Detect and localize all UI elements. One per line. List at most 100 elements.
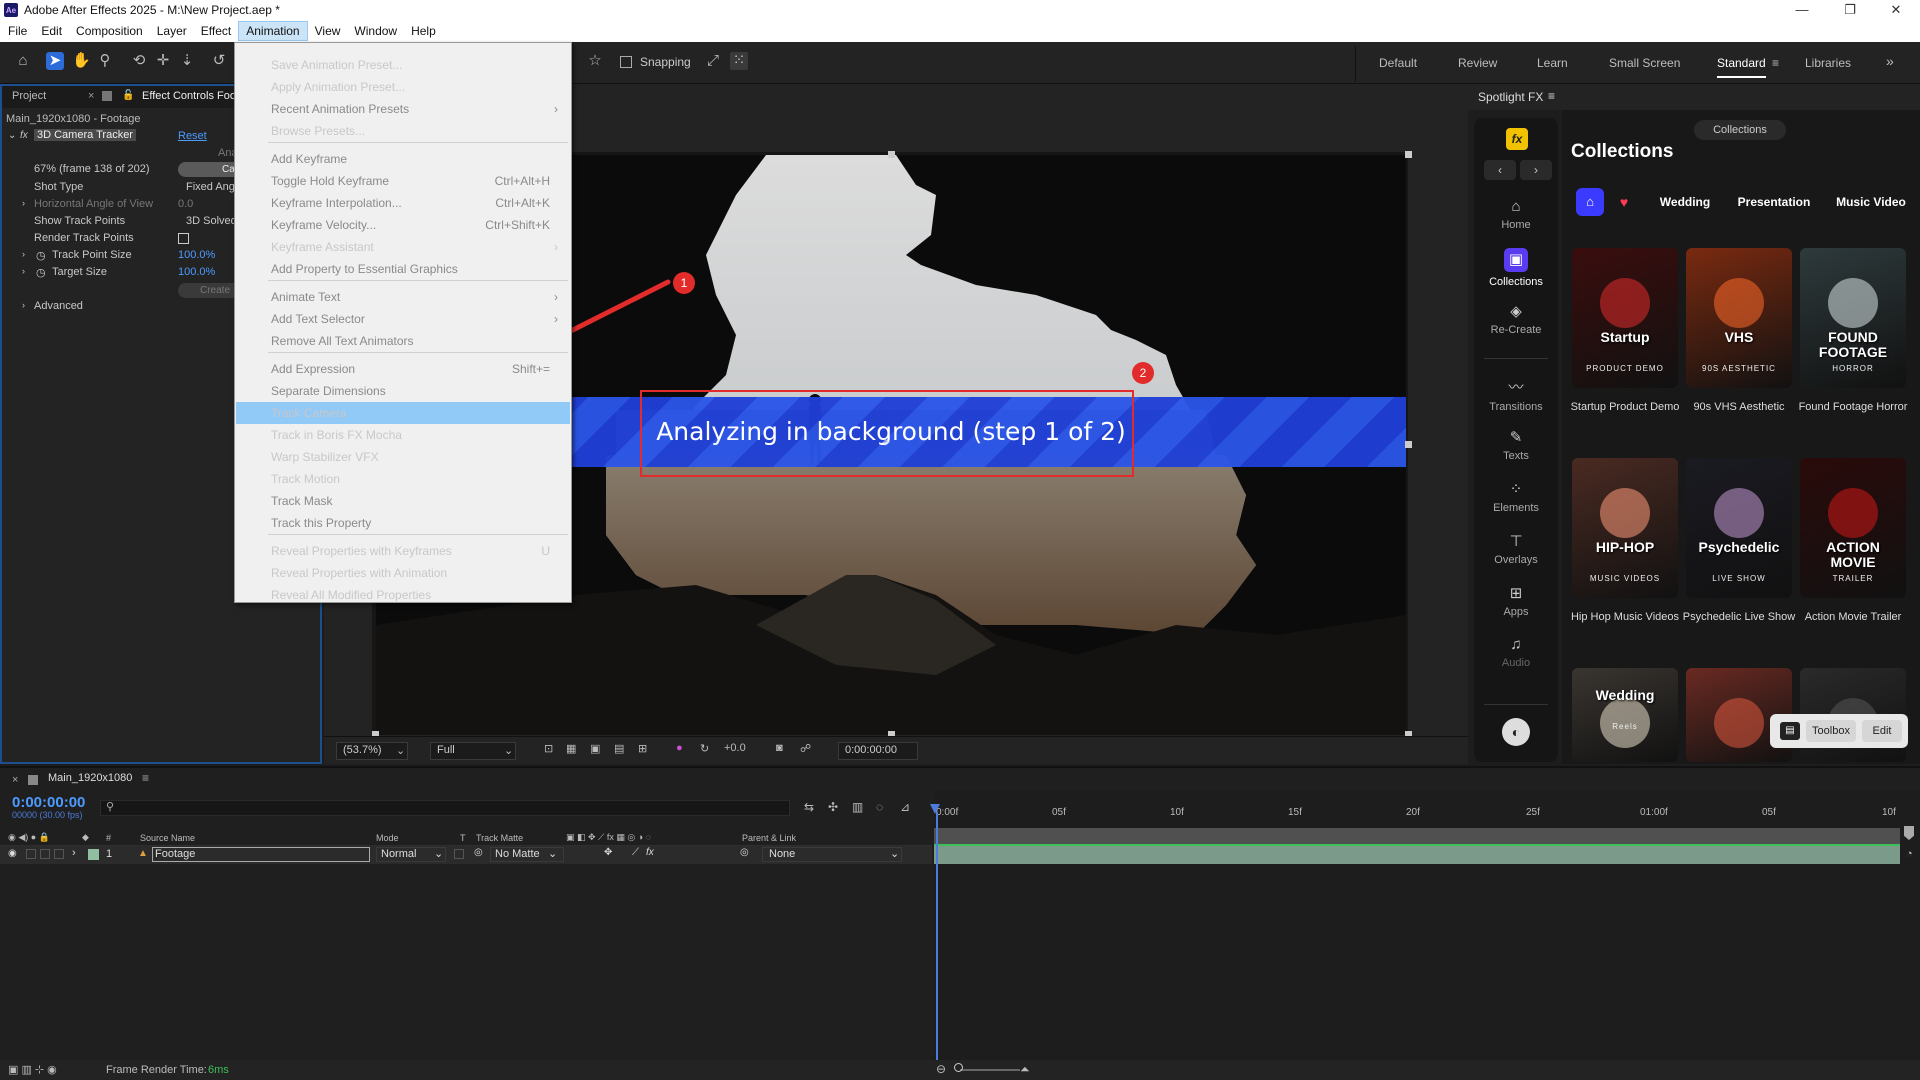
collection-card[interactable]: Startup PRODUCT DEMO bbox=[1572, 248, 1678, 388]
reset-exposure-icon[interactable]: ↻ bbox=[700, 742, 709, 755]
layer-handle[interactable] bbox=[1405, 441, 1412, 448]
region-of-interest-icon[interactable]: ⊡ bbox=[544, 742, 553, 755]
shot-type-value[interactable]: Fixed Ang bbox=[186, 181, 235, 193]
work-area-range[interactable] bbox=[934, 828, 1900, 844]
orbit-tool-icon[interactable]: ⟲ bbox=[130, 52, 148, 70]
menu-layer[interactable]: Layer bbox=[150, 22, 194, 40]
layer-link-icon[interactable]: ◔ bbox=[1906, 848, 1913, 860]
menu-item-track-camera[interactable]: Track Camera bbox=[236, 402, 570, 424]
pick-whip-icon[interactable]: ◎ bbox=[740, 847, 749, 858]
show-track-points-value[interactable]: 3D Solved bbox=[186, 215, 237, 227]
zoom-slider[interactable] bbox=[960, 1069, 1020, 1071]
render-track-points-checkbox[interactable] bbox=[178, 233, 189, 244]
collection-card[interactable]: FOUND FOOTAGE HORROR bbox=[1800, 248, 1906, 388]
menu-item-apply-animation-preset[interactable]: Apply Animation Preset... bbox=[236, 76, 570, 98]
guides-icon[interactable]: ▤ bbox=[614, 742, 624, 755]
playhead[interactable] bbox=[936, 812, 938, 1066]
zoom-out-icon[interactable]: ⊖ bbox=[936, 1062, 946, 1076]
eye-icon[interactable]: ◉ bbox=[8, 848, 17, 859]
parent-dropdown[interactable]: None bbox=[762, 847, 902, 862]
sidebar-item-texts[interactable]: ✎ Texts bbox=[1474, 428, 1558, 462]
menu-item-add-keyframe[interactable]: Add Keyframe bbox=[236, 148, 570, 170]
tab-close-icon[interactable]: × bbox=[88, 90, 94, 102]
timeline-comp-tab[interactable]: Main_1920x1080 bbox=[48, 772, 132, 784]
workspace-menu-icon[interactable]: ≡ bbox=[1772, 56, 1779, 70]
collection-card[interactable]: ACTION MOVIE TRAILER bbox=[1800, 458, 1906, 598]
menu-item-reveal-all-modified-properties[interactable]: Reveal All Modified Properties bbox=[236, 584, 570, 606]
table-row[interactable]: ◉ › 1 ▲ Footage Normal ⌄ ◎ No Matte ⌄ ✥ … bbox=[0, 846, 932, 864]
layer-duration-bar[interactable] bbox=[934, 846, 1900, 864]
menu-item-keyframe-interpolation[interactable]: Keyframe Interpolation... Ctrl+Alt+K bbox=[236, 192, 570, 214]
sidebar-item-collections[interactable]: ▣ Collections bbox=[1474, 248, 1558, 288]
collection-card-label[interactable]: 90s VHS Aesthetic bbox=[1680, 400, 1798, 414]
menu-item-browse-presets[interactable]: Browse Presets... bbox=[236, 120, 570, 142]
sidebar-item-apps[interactable]: ⊞ Apps bbox=[1474, 584, 1558, 618]
more-workspaces-icon[interactable]: » bbox=[1886, 53, 1894, 69]
chat-icon[interactable]: ▤ bbox=[1780, 722, 1800, 740]
sidebar-item-transitions[interactable]: 〰 Transitions bbox=[1474, 376, 1558, 413]
menu-help[interactable]: Help bbox=[404, 22, 443, 40]
workspace-default[interactable]: Default bbox=[1379, 56, 1417, 70]
menu-item-reveal-properties-with-animation[interactable]: Reveal Properties with Animation bbox=[236, 562, 570, 584]
mask-visibility-icon[interactable]: ▣ bbox=[590, 742, 600, 755]
3d-view-icon[interactable]: ⊞ bbox=[638, 742, 647, 755]
maximize-button[interactable]: ❐ bbox=[1830, 0, 1870, 20]
menu-effect[interactable]: Effect bbox=[194, 22, 238, 40]
effect-header-row[interactable]: ⌄ fx 3D Camera Tracker Reset bbox=[6, 129, 238, 145]
collection-card-label[interactable]: Psychedelic Live Show bbox=[1680, 610, 1798, 624]
tab-effect-controls[interactable]: Effect Controls Foot bbox=[142, 90, 240, 102]
lock-icon[interactable] bbox=[102, 91, 112, 101]
collection-card[interactable]: HIP-HOP MUSIC VIDEOS bbox=[1572, 458, 1678, 598]
menu-view[interactable]: View bbox=[308, 22, 348, 40]
advanced-label[interactable]: Advanced bbox=[34, 300, 83, 312]
menu-edit[interactable]: Edit bbox=[34, 22, 69, 40]
filter-presentation[interactable]: Presentation bbox=[1728, 188, 1820, 216]
snap-grid-icon[interactable]: ⁙ bbox=[730, 52, 748, 70]
menu-item-toggle-hold-keyframe[interactable]: Toggle Hold Keyframe Ctrl+Alt+H bbox=[236, 170, 570, 192]
layer-handle[interactable] bbox=[1405, 151, 1412, 158]
timeline-search-input[interactable] bbox=[100, 800, 790, 816]
workspace-review[interactable]: Review bbox=[1458, 56, 1497, 70]
preserve-transparency-toggle[interactable] bbox=[454, 849, 464, 859]
tab-close-icon[interactable]: × bbox=[12, 774, 18, 786]
sidebar-item-re-create[interactable]: ◈ Re-Create bbox=[1474, 302, 1558, 336]
tab-project[interactable]: Project bbox=[12, 90, 46, 102]
pin-tool-icon[interactable]: ☆ bbox=[586, 52, 604, 70]
menu-item-track-in-boris-fx-mocha[interactable]: Track in Boris FX Mocha bbox=[236, 424, 570, 446]
layer-handle[interactable] bbox=[888, 151, 895, 158]
hfov-value[interactable]: 0.0 bbox=[178, 198, 193, 210]
target-size-expand-icon[interactable]: › bbox=[22, 266, 25, 276]
minimize-button[interactable]: — bbox=[1782, 0, 1822, 20]
fx-icon[interactable]: fx bbox=[20, 130, 28, 141]
zoom-in-icon[interactable]: ⏶ bbox=[1020, 1062, 1030, 1077]
menu-animation[interactable]: Animation bbox=[238, 21, 308, 41]
timeline-timecode[interactable]: 0:00:00:00 bbox=[12, 794, 85, 811]
menu-item-track-this-property[interactable]: Track this Property bbox=[236, 512, 570, 534]
target-size-value[interactable]: 100.0% bbox=[178, 266, 215, 278]
menu-item-reveal-properties-with-keyframes[interactable]: Reveal Properties with Keyframes U bbox=[236, 540, 570, 562]
menu-item-separate-dimensions[interactable]: Separate Dimensions bbox=[236, 380, 570, 402]
selection-tool-icon[interactable]: ➤ bbox=[46, 52, 64, 70]
effects-switch-icon[interactable]: fx bbox=[646, 847, 654, 858]
filter-wedding[interactable]: Wedding bbox=[1650, 188, 1720, 216]
workspace-small-screen[interactable]: Small Screen bbox=[1609, 56, 1680, 70]
close-button[interactable]: ✕ bbox=[1876, 0, 1916, 20]
stopwatch-icon[interactable]: ◷ bbox=[36, 266, 46, 279]
audio-toggle[interactable] bbox=[26, 849, 36, 859]
comp-mini-flowchart-icon[interactable]: ⇆ bbox=[804, 800, 814, 814]
tab-collections[interactable]: Collections bbox=[1694, 120, 1786, 140]
create-button[interactable]: Create bbox=[178, 283, 238, 298]
exposure-value[interactable]: +0.0 bbox=[724, 742, 746, 754]
hand-tool-icon[interactable]: ✋ bbox=[72, 52, 91, 70]
menu-item-keyframe-velocity[interactable]: Keyframe Velocity... Ctrl+Shift+K bbox=[236, 214, 570, 236]
menu-composition[interactable]: Composition bbox=[69, 22, 150, 40]
transparency-grid-icon[interactable]: ▦ bbox=[566, 742, 576, 755]
menu-item-keyframe-assistant[interactable]: Keyframe Assistant › bbox=[236, 236, 570, 258]
collection-card-label[interactable]: Action Movie Trailer bbox=[1794, 610, 1912, 624]
collection-card[interactable]: VHS 90S AESTHETIC bbox=[1686, 248, 1792, 388]
menu-item-save-animation-preset[interactable]: Save Animation Preset... bbox=[236, 54, 570, 76]
menu-item-remove-all-text-animators[interactable]: Remove All Text Animators bbox=[236, 330, 570, 352]
zoom-slider-handle[interactable] bbox=[954, 1063, 963, 1072]
effect-name[interactable]: 3D Camera Tracker bbox=[34, 129, 136, 141]
menu-item-add-text-selector[interactable]: Add Text Selector › bbox=[236, 308, 570, 330]
